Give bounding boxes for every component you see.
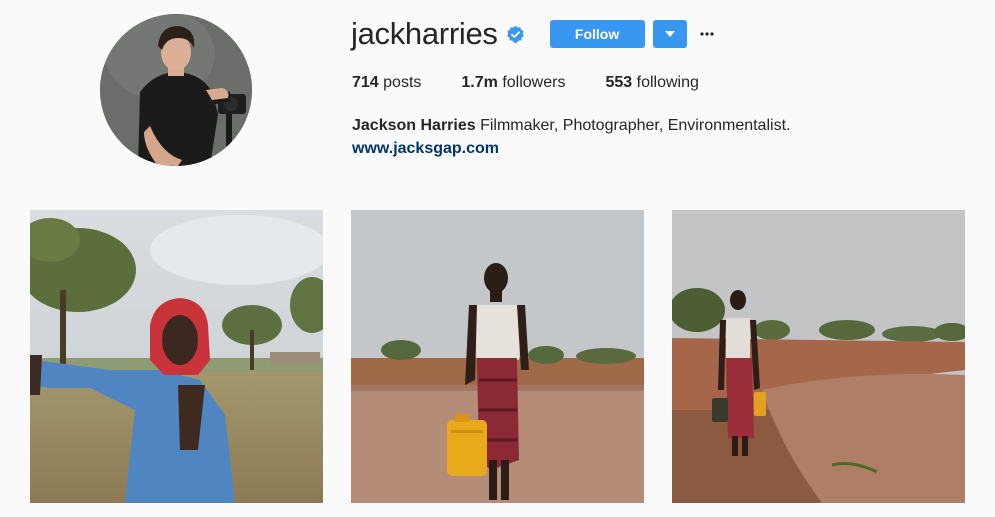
post-thumbnail[interactable]	[351, 210, 644, 503]
post-image	[30, 210, 323, 503]
verified-badge-icon	[506, 25, 525, 44]
profile-header-row: jackharries Follow	[351, 16, 715, 52]
post-image	[351, 210, 644, 503]
caret-down-icon	[664, 31, 675, 37]
following-count: 553	[605, 74, 633, 91]
profile-website-link[interactable]: www.jacksgap.com	[352, 139, 499, 159]
ellipsis-icon	[699, 32, 714, 36]
more-options-button[interactable]	[699, 26, 715, 42]
profile-username: jackharries	[351, 16, 498, 51]
posts-count: 714	[352, 74, 379, 91]
follow-button[interactable]: Follow	[549, 20, 645, 48]
profile-full-name: Jackson Harries	[352, 117, 476, 134]
posts-label: posts	[383, 74, 422, 91]
post-thumbnail[interactable]	[672, 210, 965, 503]
followers-count: 1.7m	[461, 74, 498, 91]
profile-stats: 714 posts 1.7m followers 553 following	[352, 73, 739, 93]
post-thumbnail[interactable]	[30, 210, 323, 503]
profile-avatar[interactable]	[100, 14, 252, 166]
avatar-image	[100, 14, 252, 166]
following-label: following	[636, 74, 699, 91]
followers-stat[interactable]: 1.7m followers	[461, 73, 565, 93]
profile-bio: Jackson Harries Filmmaker, Photographer,…	[352, 116, 790, 136]
followers-label: followers	[502, 74, 566, 91]
profile-page: jackharries Follow 714 posts 1.7m follow…	[0, 0, 995, 517]
following-stat[interactable]: 553 following	[605, 73, 698, 93]
profile-description: Filmmaker, Photographer, Environmentalis…	[480, 117, 791, 134]
suggested-dropdown-button[interactable]	[652, 20, 687, 48]
post-image	[672, 210, 965, 503]
posts-stat: 714 posts	[352, 73, 421, 93]
